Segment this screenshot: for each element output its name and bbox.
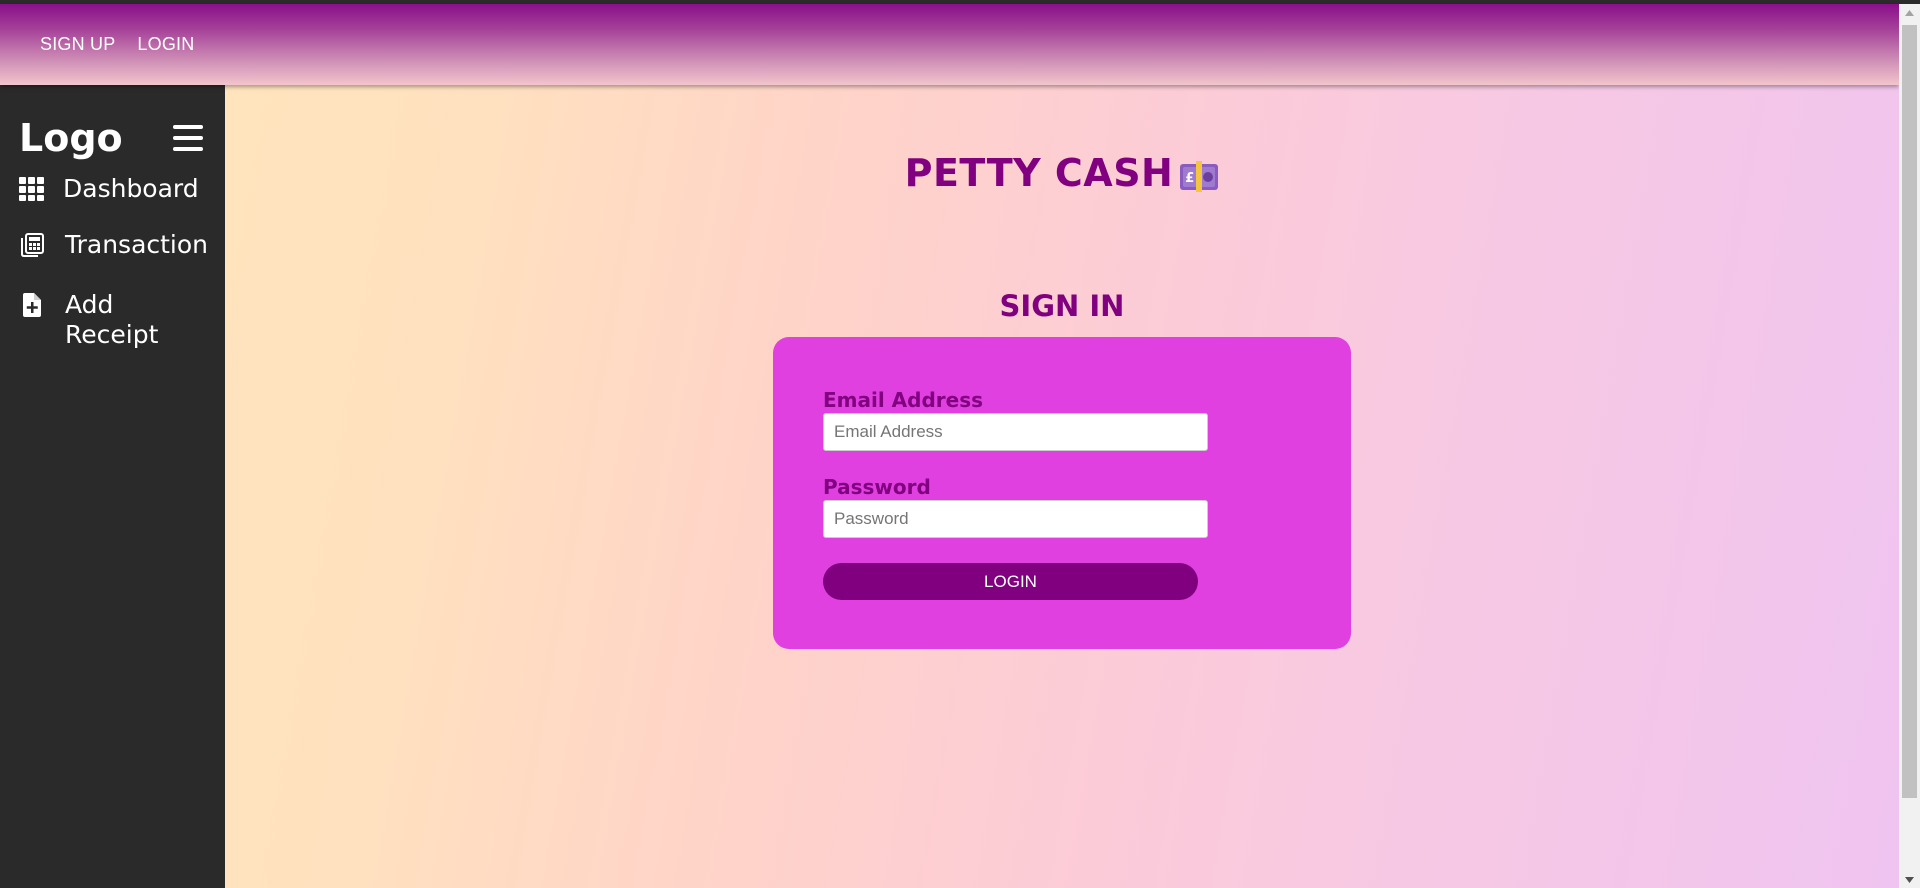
sidebar: Logo Dashboard Transaction Add Receipt	[0, 85, 225, 888]
sidebar-item-transaction[interactable]: Transaction	[0, 230, 225, 260]
scrollbar-thumb[interactable]	[1902, 25, 1917, 798]
logo: Logo	[19, 116, 123, 160]
login-link[interactable]: LOGIN	[137, 34, 194, 55]
sidebar-item-label: Transaction	[65, 230, 209, 259]
sidebar-header: Logo	[0, 85, 225, 165]
login-button[interactable]: LOGIN	[823, 563, 1198, 600]
top-navbar: SIGN UP LOGIN	[0, 4, 1899, 85]
sidebar-item-label: Dashboard	[63, 174, 199, 203]
pound-banknote-icon: £	[1180, 161, 1219, 192]
grid-icon	[19, 177, 44, 201]
hamburger-menu-icon[interactable]	[173, 125, 203, 151]
main-content: PETTY CASH £ SIGN IN Email Address Passw…	[225, 85, 1899, 888]
email-label: Email Address	[823, 388, 984, 412]
file-plus-icon	[23, 293, 41, 317]
sidebar-item-dashboard[interactable]: Dashboard	[0, 174, 225, 204]
signin-form: Email Address Password LOGIN	[773, 337, 1351, 649]
scroll-down-arrow-icon[interactable]	[1899, 871, 1920, 888]
signup-link[interactable]: SIGN UP	[40, 34, 115, 55]
scroll-up-arrow-icon[interactable]	[1899, 4, 1920, 21]
password-label: Password	[823, 475, 931, 499]
calculator-icon	[21, 233, 44, 257]
password-field[interactable]	[823, 500, 1208, 538]
vertical-scrollbar[interactable]	[1899, 4, 1920, 888]
sidebar-item-label: Add Receipt	[65, 290, 159, 349]
email-field[interactable]	[823, 413, 1208, 451]
signin-heading: SIGN IN	[999, 289, 1125, 323]
page-title-text: PETTY CASH	[904, 151, 1174, 195]
svg-text:£: £	[1186, 171, 1196, 186]
sidebar-item-add-receipt[interactable]: Add Receipt	[0, 290, 225, 350]
page-title: PETTY CASH £	[225, 151, 1899, 195]
